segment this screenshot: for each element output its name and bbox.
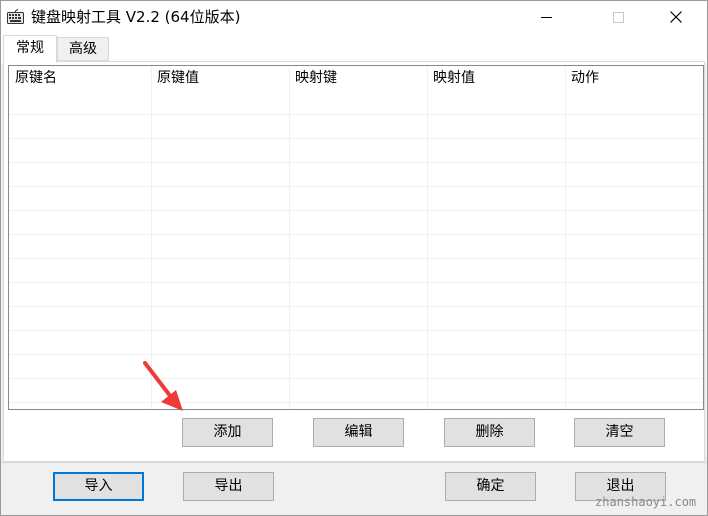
footer-divider xyxy=(1,462,707,463)
list-row-divider xyxy=(9,210,703,211)
clear-button[interactable]: 清空 xyxy=(574,418,665,447)
list-row-divider xyxy=(9,114,703,115)
list-row-divider xyxy=(9,186,703,187)
red-arrow-annotation-icon xyxy=(143,361,183,411)
list-row-divider xyxy=(9,354,703,355)
minimize-button[interactable] xyxy=(523,1,569,33)
close-button[interactable] xyxy=(653,1,699,33)
maximize-button[interactable] xyxy=(595,1,641,33)
list-row-divider xyxy=(9,234,703,235)
watermark: zhanshaoyi.com xyxy=(595,495,697,509)
list-row-divider xyxy=(9,330,703,331)
ok-button[interactable]: 确定 xyxy=(445,472,536,501)
list-row-divider xyxy=(9,282,703,283)
list-column-divider xyxy=(565,66,566,409)
minimize-icon xyxy=(540,16,552,18)
list-header: 原键名 原键值 映射键 映射值 动作 xyxy=(9,66,703,90)
tab-advanced[interactable]: 高级 xyxy=(57,37,109,61)
import-button[interactable]: 导入 xyxy=(53,472,144,501)
maximize-icon xyxy=(612,11,624,23)
column-header-source-key-value[interactable]: 原键值 xyxy=(151,66,289,90)
title-bar[interactable]: 键盘映射工具 V2.2 (64位版本) xyxy=(1,1,707,33)
tab-bar: 常规 高级 xyxy=(1,33,707,63)
delete-button[interactable]: 删除 xyxy=(444,418,535,447)
list-row-divider xyxy=(9,258,703,259)
column-header-action[interactable]: 动作 xyxy=(565,66,703,90)
column-header-mapped-key[interactable]: 映射键 xyxy=(289,66,427,90)
general-tab-panel: 原键名 原键值 映射键 映射值 动作 添加 编辑 删除 清空 xyxy=(3,61,705,462)
close-icon xyxy=(670,11,682,23)
list-row-divider xyxy=(9,378,703,379)
column-header-source-key-name[interactable]: 原键名 xyxy=(9,66,151,90)
export-button[interactable]: 导出 xyxy=(183,472,274,501)
keyboard-icon xyxy=(7,9,24,25)
window-title: 键盘映射工具 V2.2 (64位版本) xyxy=(31,8,241,26)
list-row-divider xyxy=(9,402,703,403)
edit-button[interactable]: 编辑 xyxy=(313,418,404,447)
list-row-divider xyxy=(9,162,703,163)
column-header-mapped-value[interactable]: 映射值 xyxy=(427,66,565,90)
list-column-divider xyxy=(289,66,290,409)
list-row-divider xyxy=(9,306,703,307)
tab-general[interactable]: 常规 xyxy=(3,35,57,63)
mapping-list[interactable]: 原键名 原键值 映射键 映射值 动作 xyxy=(8,65,704,410)
add-button[interactable]: 添加 xyxy=(182,418,273,447)
main-window: 键盘映射工具 V2.2 (64位版本) 常规 高级 原键名 原键值 映射键 映射… xyxy=(0,0,708,516)
list-row-divider xyxy=(9,138,703,139)
list-column-divider xyxy=(427,66,428,409)
